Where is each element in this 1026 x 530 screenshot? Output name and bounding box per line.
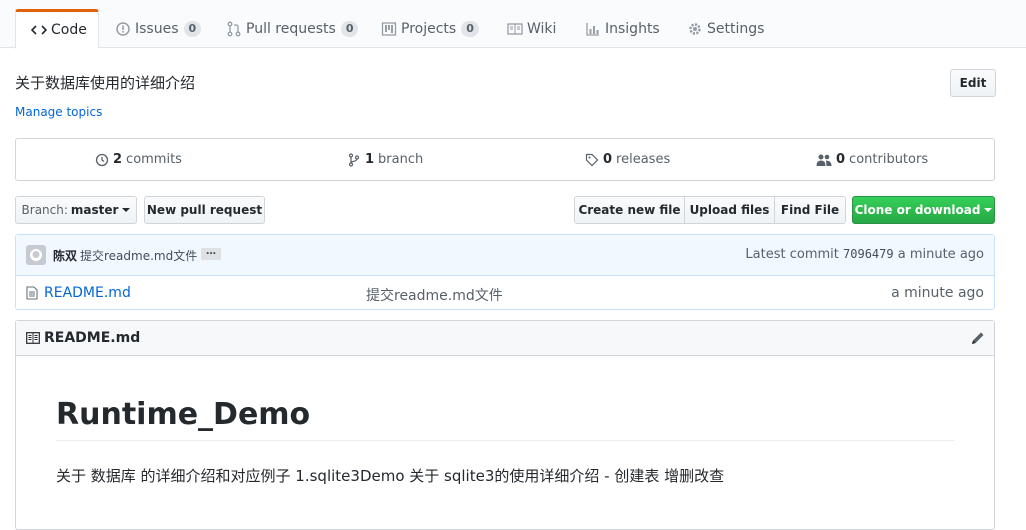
readme-panel: README.md Runtime_Demo 关于 数据库 的详细介绍和对应例子…: [15, 320, 995, 530]
new-pull-request-button[interactable]: New pull request: [144, 196, 265, 224]
tab-wiki[interactable]: Wiki: [507, 9, 556, 49]
branch-select-button[interactable]: Branch: master: [15, 196, 137, 224]
commits-count: 2: [113, 152, 123, 167]
latest-commit-label: Latest commit: [745, 247, 839, 262]
latest-commit-bar: 陈双 提交readme.md文件 … Latest commit 7096479…: [16, 235, 994, 276]
branch-icon: [348, 152, 360, 167]
caret-down-icon: [984, 208, 993, 212]
readme-title: README.md: [44, 330, 141, 346]
expand-commit-button[interactable]: …: [201, 247, 221, 260]
latest-commit-info: Latest commit 7096479 a minute ago: [745, 247, 984, 262]
tab-projects[interactable]: Projects 0: [381, 9, 479, 49]
tab-label: Insights: [605, 21, 660, 37]
readme-paragraph: 关于 数据库 的详细介绍和对应例子 1.sqlite3Demo 关于 sqlit…: [56, 467, 725, 485]
graph-icon: [586, 23, 599, 36]
pull-requests-count: 0: [340, 21, 359, 37]
clone-or-download-button[interactable]: Clone or download: [852, 196, 995, 224]
commit-author[interactable]: 陈双: [53, 247, 77, 264]
commit-age: a minute ago: [897, 247, 984, 262]
branch-prefix: Branch:: [21, 203, 68, 217]
releases-link[interactable]: 0 releases: [585, 139, 670, 180]
clone-label: Clone or download: [854, 203, 981, 217]
branch-name: master: [70, 203, 119, 217]
projects-count: 0: [461, 21, 479, 37]
tab-label: Code: [51, 22, 87, 38]
commits-link[interactable]: 2 commits: [95, 139, 182, 180]
pencil-icon[interactable]: [970, 330, 986, 346]
project-icon: [381, 22, 397, 36]
tab-label: Settings: [707, 21, 765, 37]
tab-insights[interactable]: Insights: [585, 9, 660, 49]
file-icon: [26, 286, 38, 300]
issues-count: 0: [183, 21, 202, 37]
manage-topics-link[interactable]: Manage topics: [15, 105, 102, 119]
releases-label: releases: [616, 152, 671, 167]
commits-label: commits: [126, 152, 182, 167]
edit-button[interactable]: Edit: [950, 69, 996, 97]
file-name-link[interactable]: README.md: [44, 285, 131, 301]
file-list: 陈双 提交readme.md文件 … Latest commit 7096479…: [15, 234, 995, 310]
contributors-link[interactable]: 0 contributors: [816, 139, 928, 180]
code-icon: [31, 25, 47, 35]
branch-link[interactable]: 1 branch: [347, 139, 423, 180]
gear-icon: [689, 23, 701, 35]
file-commit-message[interactable]: 提交readme.md文件: [366, 285, 503, 305]
readme-header: README.md: [16, 321, 994, 356]
octocat-icon: [30, 249, 42, 261]
commit-message[interactable]: 提交readme.md文件: [80, 247, 197, 264]
commit-sha-link[interactable]: 7096479: [843, 247, 894, 261]
tab-label: Pull requests: [246, 21, 336, 37]
contributors-count: 0: [836, 152, 846, 167]
branch-count: 1: [365, 152, 375, 167]
create-new-file-button[interactable]: Create new file: [574, 196, 685, 224]
upload-files-button[interactable]: Upload files: [684, 196, 775, 224]
tab-label: Wiki: [527, 21, 557, 37]
repo-description: 关于数据库使用的详细介绍: [15, 74, 196, 92]
releases-count: 0: [603, 152, 613, 167]
people-icon: [816, 154, 832, 166]
contributors-label: contributors: [849, 152, 929, 167]
find-file-button[interactable]: Find File: [774, 196, 846, 224]
table-row: README.md 提交readme.md文件 a minute ago: [16, 276, 994, 310]
history-icon: [95, 153, 109, 166]
repo-summary: 2 commits 1 branch 0 releases 0 contribu…: [15, 138, 995, 181]
repo-nav: Code Issues 0 Pull requests 0 Projects 0…: [0, 0, 1026, 49]
tab-issues[interactable]: Issues 0: [115, 9, 202, 49]
readme-heading: Runtime_Demo: [56, 397, 954, 441]
caret-down-icon: [122, 208, 131, 212]
issue-icon: [116, 22, 130, 36]
book-icon: [507, 23, 523, 35]
book-icon: [26, 332, 40, 344]
tab-code[interactable]: Code: [15, 9, 99, 49]
tab-label: Issues: [135, 21, 179, 37]
tag-icon: [585, 153, 599, 166]
branch-label: branch: [378, 152, 424, 167]
avatar[interactable]: [26, 245, 46, 265]
file-age: a minute ago: [891, 285, 984, 301]
tab-settings[interactable]: Settings: [687, 9, 764, 49]
tab-pull-requests[interactable]: Pull requests 0: [226, 9, 359, 49]
tab-label: Projects: [401, 21, 457, 37]
pull-request-icon: [227, 21, 241, 37]
